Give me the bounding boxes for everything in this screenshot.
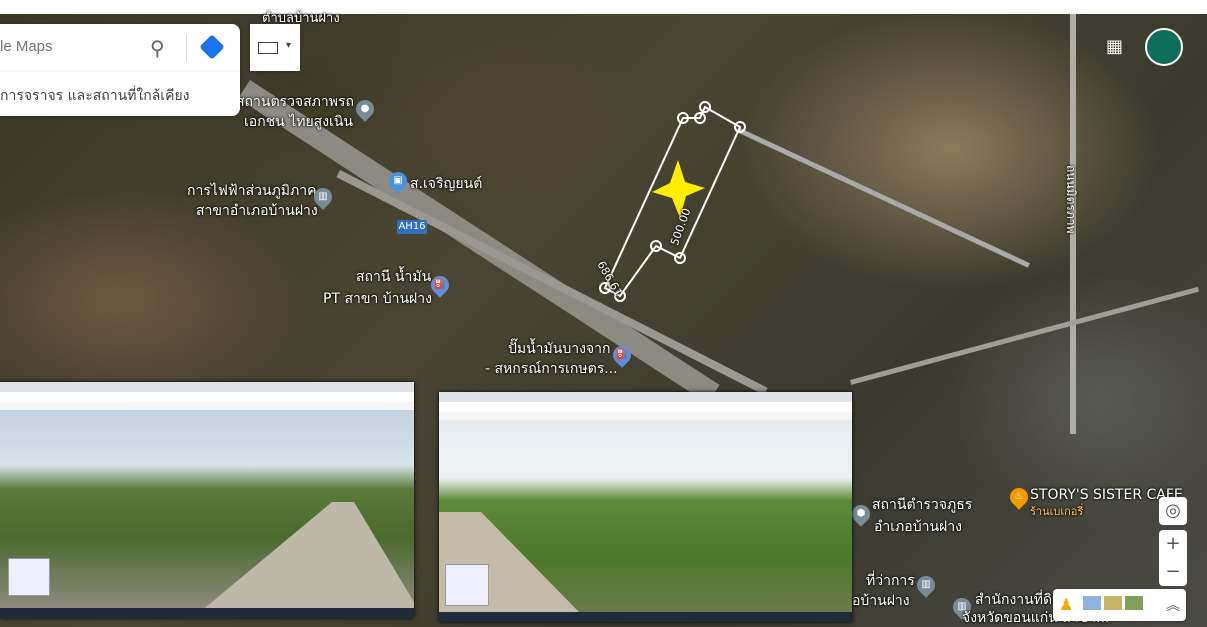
label-coop-2[interactable]: - สหกรณ์การเกษตร... xyxy=(485,360,618,378)
browser-tabs xyxy=(0,382,414,392)
highway-badge: AH16 xyxy=(397,220,427,234)
nearby-label: การจราจร และสถานที่ใกล้เคียง xyxy=(0,88,190,104)
search-box[interactable]: le Maps ⚲ xyxy=(0,24,240,72)
my-location-icon[interactable]: ◎ xyxy=(1159,497,1187,525)
layer-thumb-3[interactable] xyxy=(1125,596,1143,610)
cafe-pin-icon[interactable]: ♨ xyxy=(1006,484,1032,510)
windows-taskbar xyxy=(0,608,414,618)
windows-taskbar xyxy=(439,612,852,622)
browser-url-bar xyxy=(439,402,852,412)
chevron-down-icon[interactable]: ▾ xyxy=(286,40,291,51)
search-input[interactable]: le Maps xyxy=(0,38,53,55)
police-pin-icon[interactable]: ⬢ xyxy=(848,501,874,527)
label-pea[interactable]: การไฟฟ้าส่วนภูมิภาค xyxy=(187,182,316,200)
zoom-out-button[interactable]: − xyxy=(1159,558,1187,586)
minimap-thumbnail xyxy=(445,564,489,606)
label-inspection-2[interactable]: เอกชน ไทยสูงเนิน xyxy=(244,113,353,131)
label-road-right: ถนนมิตรภาพ xyxy=(1064,165,1078,234)
layer-thumb-2[interactable] xyxy=(1104,596,1122,610)
browser-bookmarks-bar xyxy=(0,402,414,410)
browser-tabs xyxy=(439,392,852,402)
label-cafe-2[interactable]: ร้านเบเกอรี่ xyxy=(1030,503,1083,521)
avatar[interactable] xyxy=(1145,28,1183,66)
inspection-pin-icon[interactable]: ● xyxy=(352,96,378,122)
label-police[interactable]: สถานีตำรวจภูธร xyxy=(872,496,972,514)
layers-bar[interactable]: ♟ ︽ xyxy=(1053,589,1186,621)
label-office[interactable]: สำนักงานที่ดิน xyxy=(975,591,1062,609)
keyboard-button[interactable]: ▾ xyxy=(250,24,300,71)
streetview-screenshot-2 xyxy=(439,392,852,622)
streetview-screenshot-1 xyxy=(0,382,414,618)
label-pt[interactable]: สถานี น้ำมัน xyxy=(356,268,431,286)
label-district-2[interactable]: อบ้านฝาง xyxy=(852,592,910,610)
label-pt-2[interactable]: PT สาขา บ้านฝาง xyxy=(323,290,432,308)
label-inspection[interactable]: สถานตรวจสภาพรถ xyxy=(236,93,354,111)
shop-pin-icon[interactable]: ▣ xyxy=(385,168,411,194)
layer-thumb-1[interactable] xyxy=(1083,596,1101,610)
apps-grid-icon[interactable]: ▦ xyxy=(1106,36,1123,57)
label-police-2[interactable]: อำเภอบ้านฝาง xyxy=(874,518,962,536)
fuel-pin-icon-2[interactable]: ⛽ xyxy=(609,342,635,368)
pea-pin-icon[interactable]: ▥ xyxy=(310,184,336,210)
pegman-icon[interactable]: ♟ xyxy=(1059,595,1073,614)
nearby-panel[interactable]: การจราจร และสถานที่ใกล้เคียง xyxy=(0,72,240,116)
label-pea-2[interactable]: สาขาอำเภอบ้านฝาง xyxy=(196,202,318,220)
label-district[interactable]: ที่ว่าการ xyxy=(866,572,915,590)
expand-icon[interactable]: ︽ xyxy=(1166,595,1180,615)
browser-url-bar xyxy=(0,392,414,402)
label-coop[interactable]: ปั๊มน้ำมันบางจาก xyxy=(508,340,610,358)
label-shop[interactable]: ส.เจริญยนต์ xyxy=(410,175,482,193)
browser-bookmarks-bar xyxy=(439,412,852,420)
zoom-in-button[interactable]: + xyxy=(1159,530,1187,558)
search-icon[interactable]: ⚲ xyxy=(150,36,165,60)
district-pin-icon[interactable]: ▥ xyxy=(913,572,939,598)
keyboard-icon xyxy=(258,42,278,54)
minimap-thumbnail xyxy=(8,558,50,596)
directions-icon[interactable] xyxy=(199,34,225,60)
fuel-pin-icon[interactable]: ⛽ xyxy=(427,272,453,298)
search-divider xyxy=(186,34,187,62)
